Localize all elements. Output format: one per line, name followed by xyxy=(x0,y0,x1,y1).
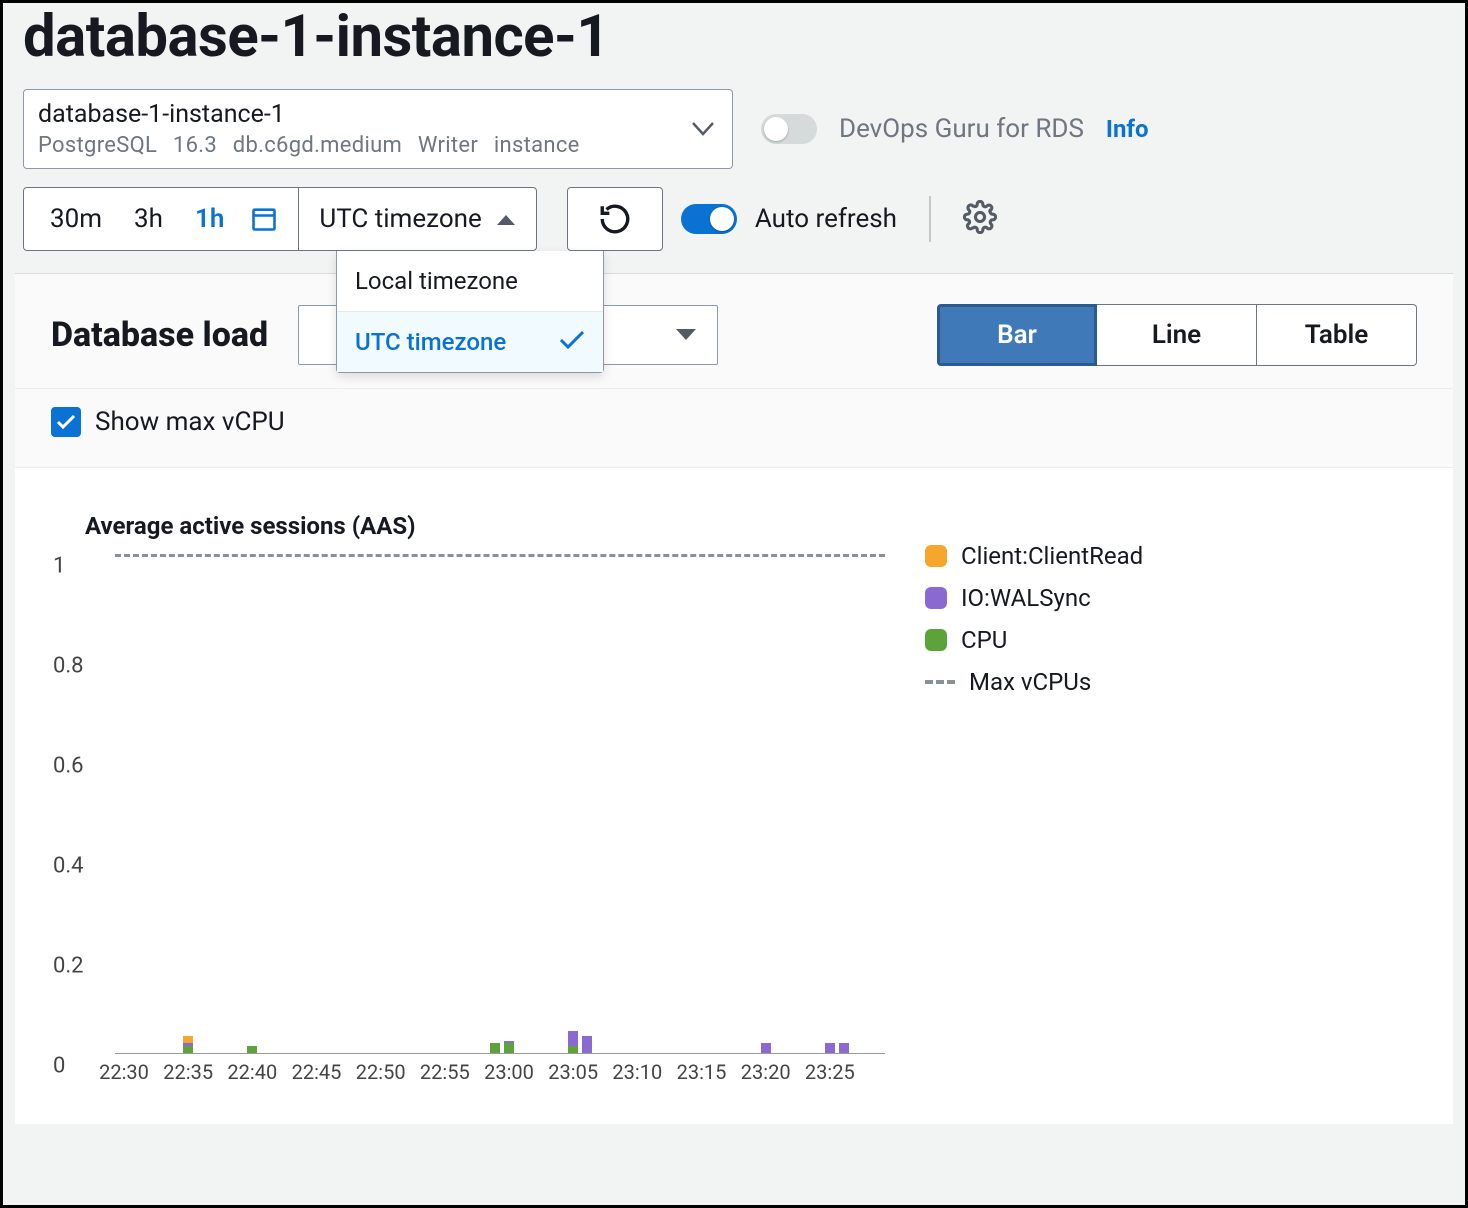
chart-x-labels: 22:3022:3522:4022:4522:5022:5523:0023:05… xyxy=(115,1060,885,1094)
timezone-option-utc[interactable]: UTC timezone xyxy=(337,311,603,372)
info-link[interactable]: Info xyxy=(1106,115,1149,143)
legend-item-io[interactable]: IO:WALSync xyxy=(925,584,1413,612)
toolbar-row: 30m 3h 1h UTC timezone xyxy=(3,187,1465,273)
panel-title: Database load xyxy=(51,315,268,355)
y-tick: 1 xyxy=(53,554,65,579)
y-tick: 0 xyxy=(53,1054,65,1079)
instance-name: database-1-instance-1 xyxy=(38,100,688,129)
bar xyxy=(183,1036,193,1054)
gear-icon[interactable] xyxy=(963,200,997,238)
time-range-group: 30m 3h 1h UTC timezone xyxy=(23,187,537,251)
range-30m[interactable]: 30m xyxy=(44,204,108,234)
bar xyxy=(582,1036,592,1054)
tab-table[interactable]: Table xyxy=(1257,304,1417,366)
timezone-selector[interactable]: UTC timezone xyxy=(298,187,536,251)
timezone-option-label: Local timezone xyxy=(355,267,518,295)
legend-swatch xyxy=(925,629,947,651)
bar xyxy=(761,1043,771,1053)
refresh-icon xyxy=(598,202,632,236)
range-3h[interactable]: 3h xyxy=(128,204,169,234)
page-title: database-1-instance-1 xyxy=(3,3,1465,71)
header-row: database-1-instance-1 PostgreSQL 16.3 db… xyxy=(3,89,1465,187)
x-tick: 23:00 xyxy=(484,1060,534,1084)
legend-label: CPU xyxy=(961,626,1007,654)
bar xyxy=(490,1043,500,1053)
legend-label: Max vCPUs xyxy=(969,668,1091,696)
chevron-down-icon xyxy=(675,328,697,342)
y-tick: 0.4 xyxy=(53,854,84,879)
y-tick: 0.6 xyxy=(53,754,84,779)
x-tick: 22:35 xyxy=(163,1060,213,1084)
chevron-up-icon xyxy=(496,213,516,226)
panel-subheader: Show max vCPU xyxy=(15,389,1453,468)
time-range-segment: 30m 3h 1h xyxy=(23,187,299,251)
chart-legend: Client:ClientRead IO:WALSync CPU Max vCP… xyxy=(925,512,1413,1094)
instance-engine: PostgreSQL xyxy=(38,133,157,158)
auto-refresh-label: Auto refresh xyxy=(755,204,897,234)
legend-label: IO:WALSync xyxy=(961,584,1091,612)
chart-wrap: Average active sessions (AAS) 00.20.40.6… xyxy=(15,468,1453,1124)
y-tick: 0.8 xyxy=(53,654,84,679)
legend-swatch xyxy=(925,587,947,609)
refresh-button[interactable] xyxy=(567,187,663,251)
x-tick: 23:15 xyxy=(677,1060,727,1084)
show-max-vcpu-checkbox[interactable] xyxy=(51,407,81,437)
x-tick: 22:45 xyxy=(292,1060,342,1084)
show-max-vcpu-label: Show max vCPU xyxy=(95,407,285,437)
instance-role: Writer instance xyxy=(418,133,580,158)
chart-title: Average active sessions (AAS) xyxy=(85,512,885,540)
devops-guru-label: DevOps Guru for RDS xyxy=(839,114,1084,144)
legend-item-client[interactable]: Client:ClientRead xyxy=(925,542,1413,570)
tab-bar[interactable]: Bar xyxy=(937,304,1097,366)
range-1h[interactable]: 1h xyxy=(189,204,230,234)
divider xyxy=(929,196,931,242)
timezone-label: UTC timezone xyxy=(319,204,481,234)
auto-refresh-section: Auto refresh xyxy=(681,204,897,234)
view-tabs: Bar Line Table xyxy=(937,304,1417,366)
legend-item-cpu[interactable]: CPU xyxy=(925,626,1413,654)
x-tick: 23:25 xyxy=(805,1060,855,1084)
x-tick: 22:50 xyxy=(356,1060,406,1084)
legend-item-max[interactable]: Max vCPUs xyxy=(925,668,1413,696)
chevron-down-icon xyxy=(692,122,714,136)
bar xyxy=(839,1043,849,1053)
bar xyxy=(825,1043,835,1053)
devops-guru-toggle[interactable] xyxy=(761,114,817,144)
legend-swatch-dash xyxy=(925,680,955,684)
devops-guru-section: DevOps Guru for RDS Info xyxy=(761,114,1149,144)
x-tick: 23:05 xyxy=(548,1060,598,1084)
x-tick: 22:40 xyxy=(227,1060,277,1084)
calendar-icon[interactable] xyxy=(250,205,278,233)
show-max-vcpu-row[interactable]: Show max vCPU xyxy=(51,407,1417,437)
x-tick: 22:55 xyxy=(420,1060,470,1084)
bar xyxy=(568,1031,578,1054)
y-tick: 0.2 xyxy=(53,954,84,979)
legend-label: Client:ClientRead xyxy=(961,542,1143,570)
chart-bars xyxy=(115,554,885,1054)
timezone-option-local[interactable]: Local timezone xyxy=(337,251,603,311)
instance-class: db.c6gd.medium xyxy=(233,133,402,158)
x-tick: 23:20 xyxy=(741,1060,791,1084)
instance-meta: PostgreSQL 16.3 db.c6gd.medium Writer in… xyxy=(38,133,688,158)
chart-area: Average active sessions (AAS) 00.20.40.6… xyxy=(85,512,885,1094)
timezone-option-label: UTC timezone xyxy=(355,328,506,356)
bar xyxy=(247,1046,257,1054)
panel-header: Database load Bar Line Table xyxy=(15,274,1453,389)
database-load-panel: Database load Bar Line Table Show max vC… xyxy=(15,273,1453,1124)
x-tick: 23:10 xyxy=(612,1060,662,1084)
timezone-dropdown: Local timezone UTC timezone xyxy=(336,251,604,373)
instance-version: 16.3 xyxy=(173,133,217,158)
instance-selector[interactable]: database-1-instance-1 PostgreSQL 16.3 db… xyxy=(23,89,733,169)
x-tick: 22:30 xyxy=(99,1060,149,1084)
bar xyxy=(504,1041,514,1054)
check-icon xyxy=(559,328,585,356)
auto-refresh-toggle[interactable] xyxy=(681,204,737,234)
chart-plot[interactable]: 00.20.40.60.81 xyxy=(115,554,885,1054)
legend-swatch xyxy=(925,545,947,567)
tab-line[interactable]: Line xyxy=(1097,304,1257,366)
